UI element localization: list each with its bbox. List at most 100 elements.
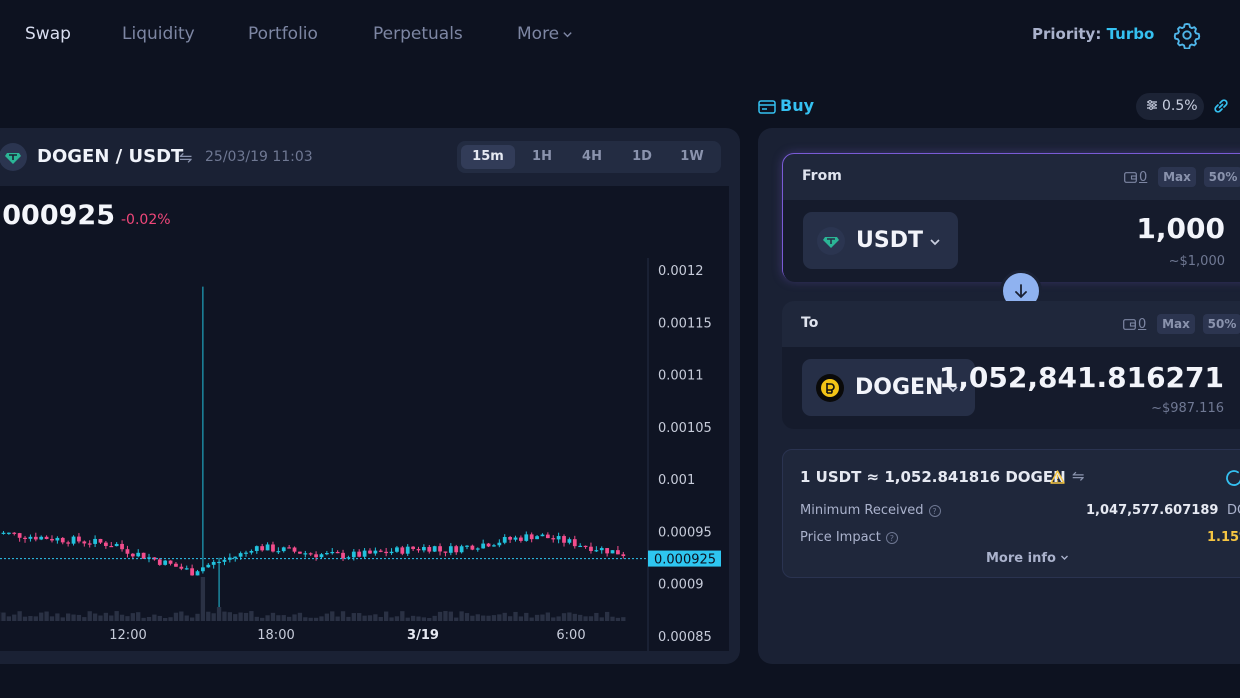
gear-icon[interactable] bbox=[1173, 21, 1201, 49]
from-half-button[interactable]: 50% bbox=[1204, 167, 1240, 187]
tab-1w[interactable]: 1W bbox=[669, 145, 715, 169]
candlestick-chart[interactable]: 0.0012 0.00115 0.0011 0.00105 0.001 0.00095 0.… bbox=[0, 186, 729, 651]
volume-bar bbox=[529, 617, 534, 621]
candle-body bbox=[599, 548, 604, 551]
chart-panel: DOGEN / USDT ⇋ 25/03/19 11:03 15m 1H 4H … bbox=[0, 128, 740, 664]
nav-liquidity[interactable]: Liquidity bbox=[122, 24, 195, 44]
tab-1d[interactable]: 1D bbox=[619, 145, 665, 169]
candle-body bbox=[524, 534, 529, 541]
nav-more-label: More bbox=[517, 24, 560, 44]
candle-body bbox=[589, 546, 593, 551]
volume-bar bbox=[249, 611, 254, 621]
to-half-button[interactable]: 50% bbox=[1203, 314, 1240, 334]
timeframe-selector: 15m 1H 4H 1D 1W bbox=[457, 141, 721, 173]
min-received-label: Minimum Received bbox=[800, 503, 924, 518]
candle-body bbox=[465, 545, 469, 547]
candle-body bbox=[206, 564, 211, 568]
volume-bar bbox=[583, 616, 588, 621]
sliders-icon bbox=[1147, 100, 1157, 110]
volume-bar bbox=[292, 614, 297, 621]
candle-body bbox=[578, 545, 583, 548]
candle-body bbox=[395, 547, 399, 552]
candle-body bbox=[368, 550, 372, 554]
to-max-button[interactable]: Max bbox=[1157, 314, 1195, 334]
candle-body bbox=[77, 536, 81, 542]
candle-body bbox=[481, 543, 486, 549]
candle-body bbox=[562, 536, 566, 543]
help-icon[interactable]: ? bbox=[928, 505, 941, 517]
swap-panel: From 0 Max 50% USDT 1,000 ~$1,000 To 0 M… bbox=[758, 128, 1240, 664]
candle-body bbox=[459, 546, 464, 553]
pair-datetime: 25/03/19 11:03 bbox=[205, 149, 313, 165]
volume-bar bbox=[410, 615, 416, 621]
from-amount-input[interactable]: 1,000 bbox=[1136, 212, 1225, 245]
link-icon[interactable] bbox=[1212, 97, 1230, 115]
volume-bar bbox=[146, 616, 152, 621]
candle-body bbox=[66, 542, 71, 544]
volume-bar bbox=[308, 617, 313, 621]
candle-body bbox=[17, 533, 22, 538]
candle-body bbox=[416, 549, 421, 551]
from-balance-value: 0 bbox=[1139, 170, 1148, 185]
candle-body bbox=[621, 554, 626, 557]
candle-body bbox=[6, 532, 11, 534]
candle-body bbox=[411, 546, 415, 550]
exchange-rate: 1 USDT ≈ 1,052.841816 DOGEN bbox=[800, 468, 1066, 486]
tab-15m[interactable]: 15m bbox=[461, 145, 515, 169]
volume-bar bbox=[28, 616, 33, 621]
nav-more[interactable]: More bbox=[517, 24, 573, 44]
priority-selector[interactable]: Priority: Turbo bbox=[1032, 25, 1154, 43]
volume-bar bbox=[362, 615, 367, 621]
candle-body bbox=[103, 542, 108, 546]
min-received-value: 1,047,577.607189 DOGEN bbox=[1086, 503, 1240, 518]
candle-body bbox=[1, 532, 6, 534]
volume-bar bbox=[55, 613, 60, 621]
from-box: From 0 Max 50% USDT 1,000 ~$1,000 bbox=[782, 153, 1240, 282]
swap-pair-icon[interactable]: ⇋ bbox=[179, 148, 192, 167]
from-max-button[interactable]: Max bbox=[1158, 167, 1196, 187]
tab-4h[interactable]: 4H bbox=[569, 145, 615, 169]
volume-bar bbox=[254, 616, 259, 621]
min-received-amount: 1,047,577.607189 bbox=[1086, 503, 1219, 518]
invert-rate-icon[interactable]: ⇋ bbox=[1072, 467, 1085, 485]
nav-portfolio[interactable]: Portfolio bbox=[248, 24, 318, 44]
candle-body bbox=[233, 556, 238, 558]
quote-info-box: 1 USDT ≈ 1,052.841816 DOGEN ⇋ Minimum Re… bbox=[782, 449, 1240, 578]
pair-name[interactable]: DOGEN / USDT bbox=[37, 146, 183, 167]
from-token-select[interactable]: USDT bbox=[803, 212, 958, 269]
warning-icon[interactable] bbox=[1050, 470, 1065, 484]
buy-tab[interactable]: Buy bbox=[758, 96, 814, 115]
volume-bar bbox=[92, 613, 98, 621]
more-info-button[interactable]: More info bbox=[986, 551, 1069, 566]
candle-body bbox=[427, 547, 432, 552]
volume-bar bbox=[276, 615, 281, 621]
chart-header: DOGEN / USDT ⇋ 25/03/19 11:03 15m 1H 4H … bbox=[0, 128, 740, 186]
help-icon[interactable]: ? bbox=[885, 532, 898, 544]
volume-bar bbox=[534, 614, 540, 621]
x-tick-label: 12:00 bbox=[109, 628, 146, 643]
candle-body bbox=[12, 532, 17, 534]
candle-body bbox=[298, 551, 302, 554]
candle-body bbox=[443, 551, 448, 553]
price-chart[interactable]: 0.0012 0.00115 0.0011 0.00105 0.001 0.00095 0.… bbox=[0, 186, 729, 651]
volume-bar bbox=[265, 615, 270, 621]
volume-bar bbox=[227, 612, 233, 621]
candle-body bbox=[44, 536, 49, 539]
nav-perpetuals[interactable]: Perpetuals bbox=[373, 24, 463, 44]
volume-bar bbox=[125, 616, 130, 621]
slippage-button[interactable]: 0.5% bbox=[1136, 93, 1204, 120]
candle-body bbox=[130, 553, 135, 557]
candle-body bbox=[260, 546, 265, 551]
candle-body bbox=[125, 549, 130, 554]
refresh-icon[interactable] bbox=[1224, 468, 1240, 488]
volume-bar bbox=[303, 617, 308, 621]
candle-body bbox=[314, 554, 318, 558]
candle-body bbox=[594, 550, 599, 552]
price-impact-label: Price Impact bbox=[800, 530, 881, 545]
price-impact-value: 1.15% bbox=[1207, 530, 1240, 545]
candle-body bbox=[583, 545, 588, 548]
volume-bar bbox=[621, 617, 626, 621]
nav-swap[interactable]: Swap bbox=[25, 24, 71, 44]
candle-body bbox=[362, 550, 367, 557]
tab-1h[interactable]: 1H bbox=[519, 145, 565, 169]
